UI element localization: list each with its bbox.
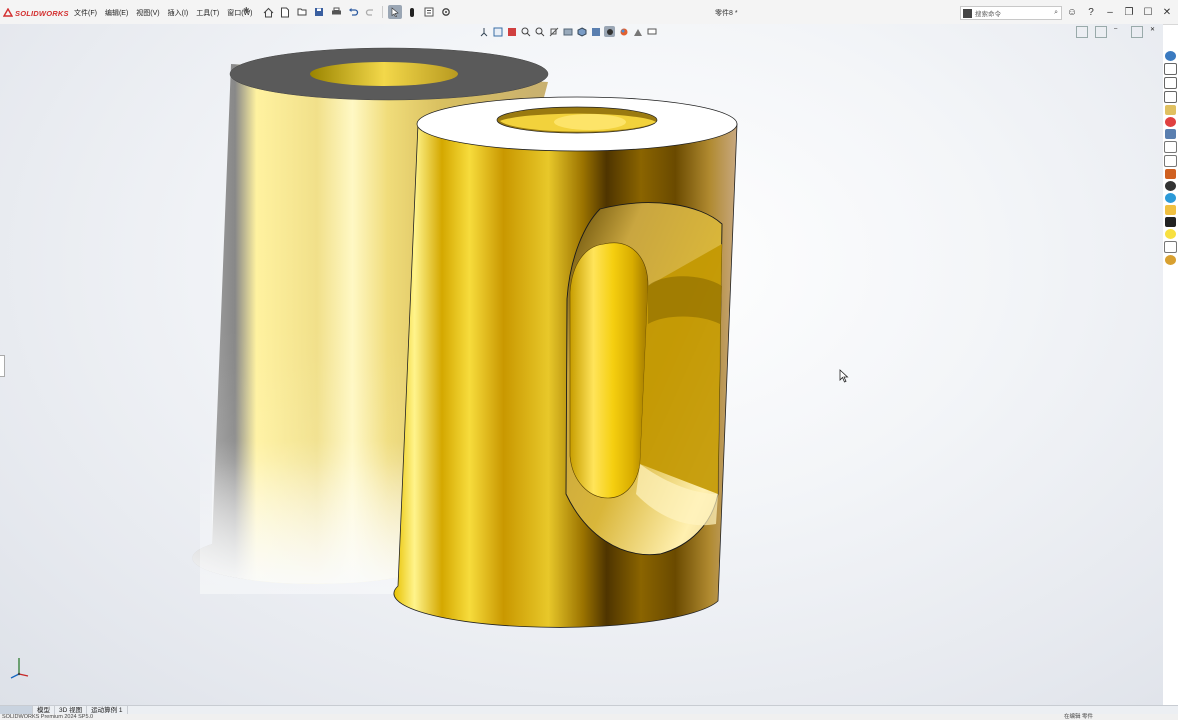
save-icon[interactable]: [312, 5, 326, 19]
main-menu: 文件(F) 编辑(E) 视图(V) 插入(I) 工具(T) 窗口(W): [70, 8, 256, 18]
print-icon[interactable]: [329, 5, 343, 19]
title-bar: SOLIDWORKS 文件(F) 编辑(E) 视图(V) 插入(I) 工具(T)…: [0, 0, 1178, 25]
custom-properties-icon[interactable]: [1165, 129, 1176, 139]
mouse-cursor: [839, 369, 849, 383]
search-placeholder: 搜索命令: [975, 11, 1001, 18]
pin-menu-icon[interactable]: ✱: [243, 6, 250, 15]
search-commands-field[interactable]: 搜索命令 ⌕: [960, 6, 1062, 20]
model-view[interactable]: [0, 24, 1163, 705]
document-title: 零件8 *: [715, 10, 738, 17]
lightbulb-icon[interactable]: [1165, 229, 1176, 239]
window-controls: ☺ ? – ❐ ☐ ✕: [1065, 5, 1174, 19]
materials-icon[interactable]: [1165, 255, 1176, 265]
tools-icon[interactable]: [1164, 241, 1177, 253]
solidworks-logo[interactable]: SOLIDWORKS: [3, 7, 69, 19]
restore-icon[interactable]: ❐: [1122, 5, 1136, 19]
menu-view[interactable]: 视图(V): [132, 8, 163, 18]
file-explorer-icon[interactable]: [1164, 91, 1177, 103]
resources-icon[interactable]: [1165, 51, 1176, 61]
status-mode: 在编辑 零件: [1064, 714, 1094, 720]
solidworks-forum-icon[interactable]: [1164, 141, 1177, 153]
task-pane: [1163, 48, 1178, 271]
feature-manager-toggle[interactable]: [0, 355, 5, 377]
status-bar: SOLIDWORKS Premium 2024 SP5.0 在编辑 零件: [0, 714, 1178, 720]
help-icon[interactable]: ?: [1084, 5, 1098, 19]
view-palette-icon[interactable]: [1165, 105, 1176, 115]
open-icon[interactable]: [295, 5, 309, 19]
design-library-icon[interactable]: [1164, 77, 1177, 89]
learn-icon[interactable]: [1165, 193, 1176, 203]
file-properties-icon[interactable]: [422, 5, 436, 19]
quick-access-toolbar: [261, 5, 453, 19]
new-document-icon[interactable]: [278, 5, 292, 19]
menu-file[interactable]: 文件(F): [70, 8, 101, 18]
3dexperience-icon[interactable]: [1165, 181, 1176, 191]
options-icon[interactable]: [439, 5, 453, 19]
menu-window[interactable]: 窗口(W): [223, 8, 256, 18]
reference-triad: [10, 658, 29, 679]
close-icon[interactable]: ✕: [1160, 5, 1174, 19]
select-icon[interactable]: [388, 5, 402, 19]
app-name: SOLIDWORKS: [15, 8, 69, 18]
menu-tools[interactable]: 工具(T): [192, 8, 223, 18]
search-icon[interactable]: ⌕: [1054, 9, 1058, 17]
menu-insert[interactable]: 插入(I): [164, 8, 193, 18]
ds-logo-icon: [3, 8, 13, 17]
brass-cylinder[interactable]: [393, 96, 738, 628]
status-product: SOLIDWORKS Premium 2024 SP5.0: [2, 714, 94, 720]
rebuild-icon[interactable]: [405, 5, 419, 19]
redo-icon[interactable]: [363, 5, 377, 19]
menu-edit[interactable]: 编辑(E): [101, 8, 132, 18]
maximize-icon[interactable]: ☐: [1141, 5, 1155, 19]
search-scope-icon: [963, 8, 972, 18]
graduation-icon[interactable]: [1165, 217, 1176, 227]
minimize-icon[interactable]: –: [1103, 5, 1117, 19]
undo-icon[interactable]: [346, 5, 360, 19]
notes-icon[interactable]: [1165, 205, 1176, 215]
home-icon[interactable]: [261, 5, 275, 19]
cloud-icon[interactable]: [1165, 169, 1176, 179]
home-pane-icon[interactable]: [1164, 63, 1177, 75]
user-icon[interactable]: ☺: [1065, 5, 1079, 19]
appearances-icon[interactable]: [1165, 117, 1176, 127]
toolbox-icon[interactable]: [1164, 155, 1177, 167]
